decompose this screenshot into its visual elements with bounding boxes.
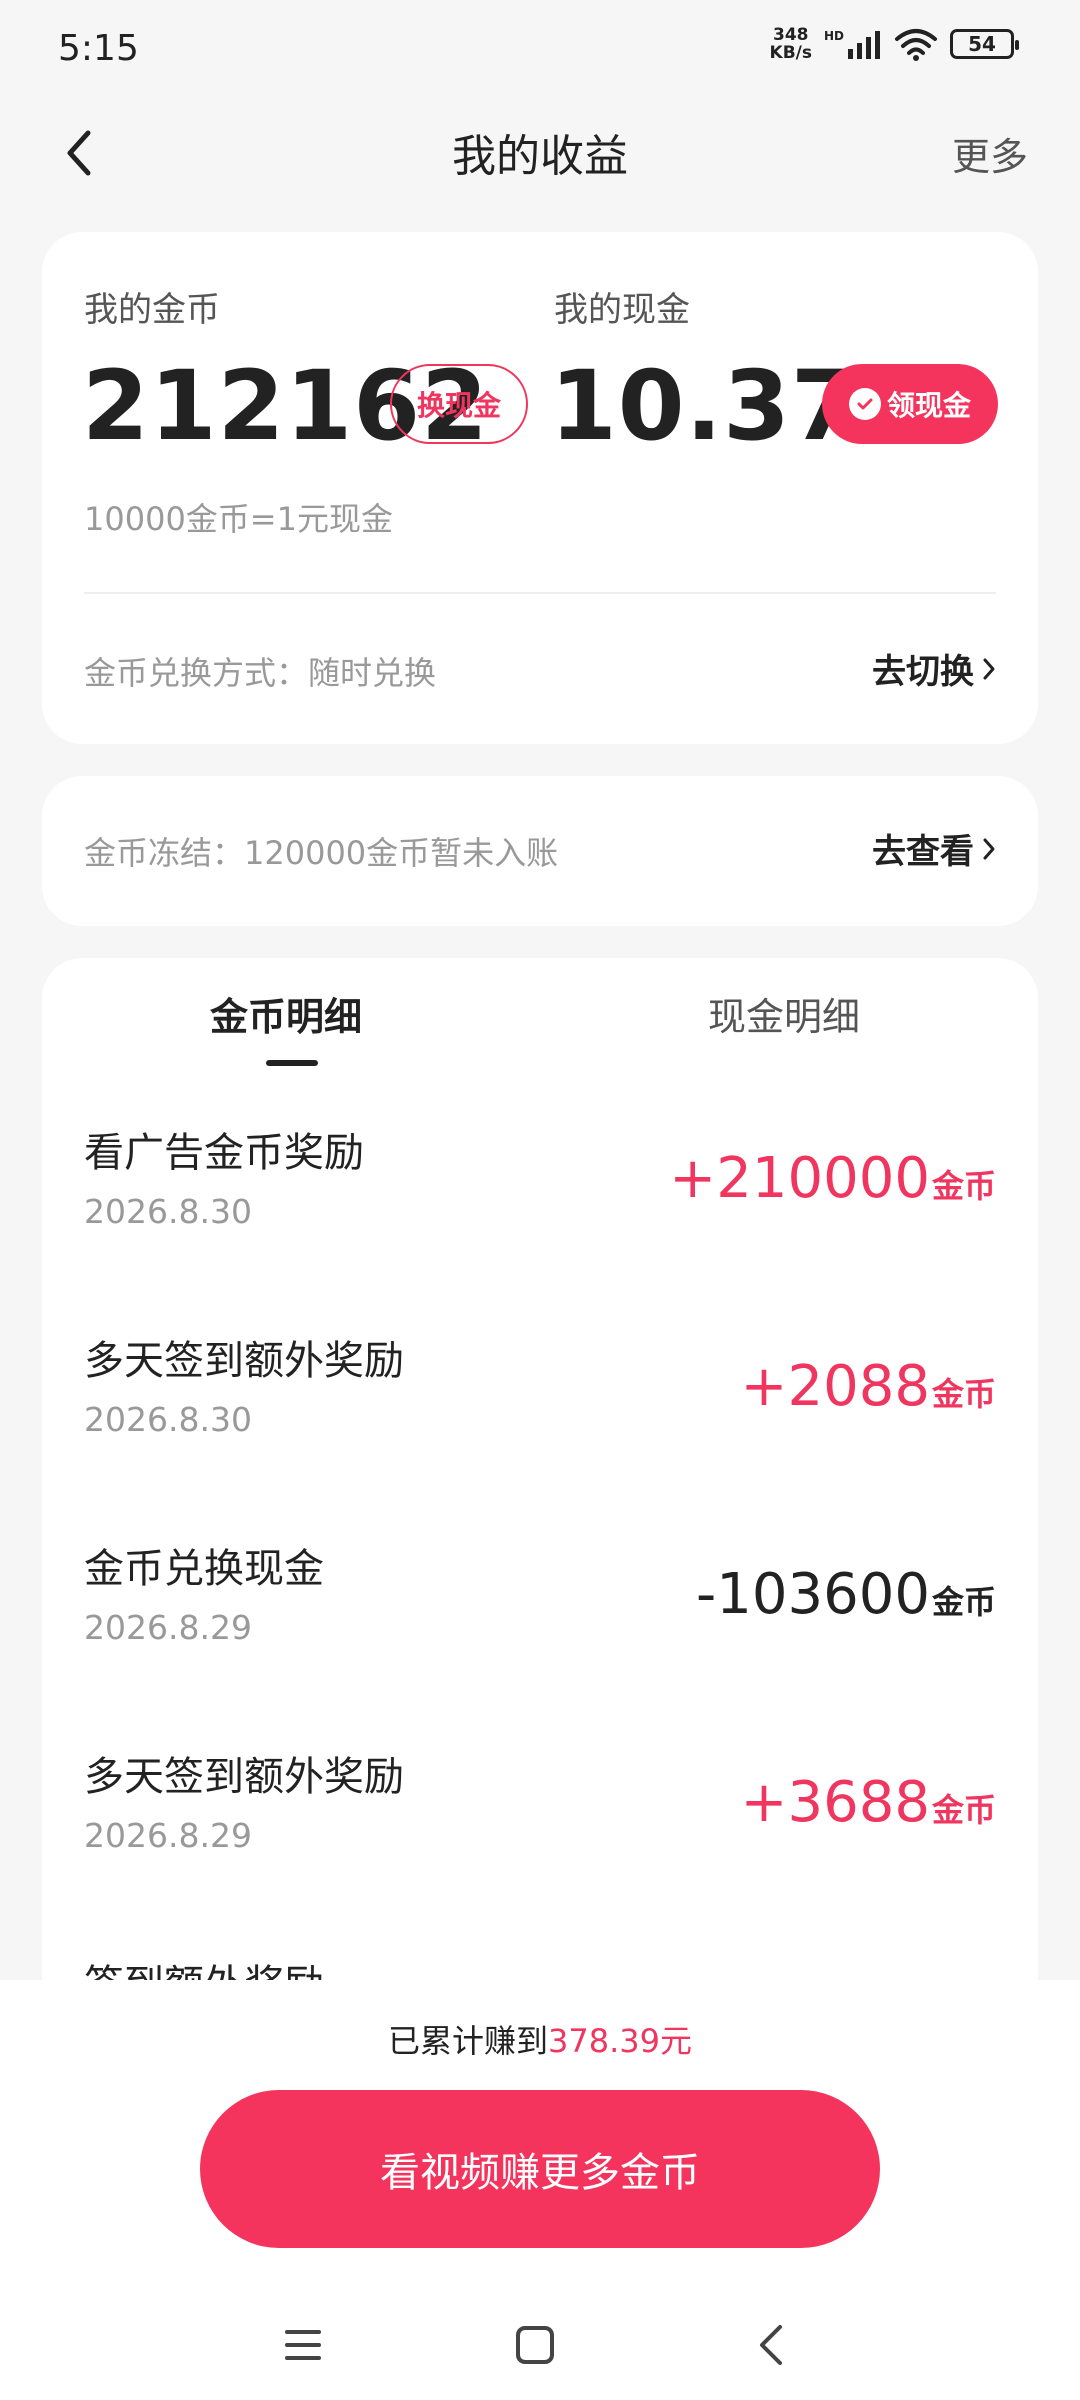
- record-amount: +210000 金币: [669, 1146, 996, 1211]
- more-button[interactable]: 更多: [952, 126, 1028, 181]
- amount-value: +3688: [740, 1770, 930, 1835]
- record-date: 2026.8.30: [84, 1400, 252, 1439]
- tab-coin-detail[interactable]: 金币明细: [210, 986, 362, 1041]
- bottom-panel: 已累计赚到378.39元 看视频赚更多金币: [0, 1980, 1080, 2400]
- list-item: 多天签到额外奖励 2026.8.30 +2088 金币: [42, 1328, 1038, 1536]
- home-square-icon: [516, 2326, 554, 2364]
- cash-label: 我的现金: [554, 290, 690, 330]
- view-frozen-link[interactable]: 去查看: [872, 824, 996, 873]
- record-amount: +3688 金币: [741, 1770, 996, 1835]
- amount-value: -103600: [696, 1562, 930, 1627]
- home-nav-button[interactable]: [500, 2310, 570, 2380]
- total-earned-prefix: 已累计赚到: [388, 2022, 549, 2060]
- withdraw-cash-label: 领现金: [886, 389, 971, 422]
- battery-icon: 54: [950, 29, 1019, 59]
- frozen-coins-text: 金币冻结：120000金币暂未入账: [84, 834, 559, 872]
- amount-unit: 金币: [931, 1791, 996, 1829]
- record-title: 看广告金币奖励: [84, 1130, 364, 1176]
- balance-card: 我的金币 212162 换现金 我的现金 10.37 领现金 10000金币=1…: [42, 232, 1038, 744]
- back-triangle-icon: [760, 2325, 782, 2365]
- battery-level: 54: [968, 32, 996, 56]
- record-amount: +2088 金币: [741, 1354, 996, 1419]
- exchange-cash-button[interactable]: 换现金: [390, 364, 528, 444]
- record-date: 2026.8.29: [84, 1608, 252, 1647]
- switch-mode-label: 去切换: [872, 652, 974, 692]
- record-title: 金币兑换现金: [84, 1546, 324, 1592]
- coins-label: 我的金币: [84, 290, 220, 330]
- status-time: 5:15: [58, 28, 139, 69]
- tab-indicator: [266, 1060, 318, 1066]
- page-title: 我的收益: [452, 131, 628, 182]
- network-speed-unit: KB/s: [769, 43, 812, 63]
- chevron-right-icon: [983, 658, 995, 679]
- network-speed-value: 348: [773, 25, 809, 45]
- list-item: 多天签到额外奖励 2026.8.29 +3688 金币: [42, 1744, 1038, 1952]
- header: 我的收益 更多: [0, 96, 1080, 214]
- record-title: 多天签到额外奖励: [84, 1338, 404, 1384]
- list-item: 金币兑换现金 2026.8.29 -103600 金币: [42, 1536, 1038, 1744]
- record-amount: -103600 金币: [696, 1562, 996, 1627]
- back-nav-button[interactable]: [736, 2310, 806, 2380]
- status-icons: 348 KB/s HD 54: [770, 26, 1019, 62]
- menu-nav-button[interactable]: [268, 2310, 338, 2380]
- list-item: 看广告金币奖励 2026.8.30 +210000 金币: [42, 1120, 1038, 1328]
- exchange-mode-text: 金币兑换方式：随时兑换: [84, 654, 437, 692]
- record-title: 多天签到额外奖励: [84, 1754, 404, 1800]
- chevron-right-icon: [983, 838, 995, 859]
- detail-tabs: 金币明细 现金明细: [42, 986, 1038, 1086]
- amount-value: +210000: [669, 1146, 930, 1211]
- status-bar: 5:15 348 KB/s HD 54: [0, 0, 1080, 96]
- exchange-rate-text: 10000金币=1元现金: [84, 500, 393, 538]
- switch-mode-link[interactable]: 去切换: [872, 644, 996, 693]
- tab-cash-detail[interactable]: 现金明细: [708, 986, 860, 1041]
- cash-value: 10.37: [550, 350, 859, 462]
- amount-unit: 金币: [931, 1375, 996, 1413]
- total-earned-text: 已累计赚到378.39元: [0, 2016, 1080, 2062]
- earnings-page: 5:15 348 KB/s HD 54 我的收益 更多 我的金币 212162 …: [0, 0, 1080, 2400]
- system-nav-bar: [0, 2290, 1080, 2400]
- menu-icon: [285, 2330, 321, 2360]
- total-earned-value: 378.39元: [548, 2022, 692, 2060]
- record-date: 2026.8.30: [84, 1192, 252, 1231]
- cell-signal-icon: HD: [824, 29, 882, 59]
- withdraw-cash-button[interactable]: 领现金: [822, 364, 998, 444]
- wechat-icon: [848, 388, 881, 420]
- network-speed: 348 KB/s: [770, 26, 812, 62]
- frozen-coins-card: 金币冻结：120000金币暂未入账 去查看: [42, 776, 1038, 926]
- watch-video-earn-button[interactable]: 看视频赚更多金币: [200, 2090, 880, 2248]
- record-date: 2026.8.29: [84, 1816, 252, 1855]
- divider: [84, 592, 996, 594]
- wifi-icon: [895, 29, 937, 61]
- amount-unit: 金币: [931, 1583, 996, 1621]
- amount-value: +2088: [740, 1354, 930, 1419]
- view-frozen-label: 去查看: [872, 832, 974, 872]
- hd-label: HD: [823, 29, 844, 43]
- amount-unit: 金币: [931, 1167, 996, 1205]
